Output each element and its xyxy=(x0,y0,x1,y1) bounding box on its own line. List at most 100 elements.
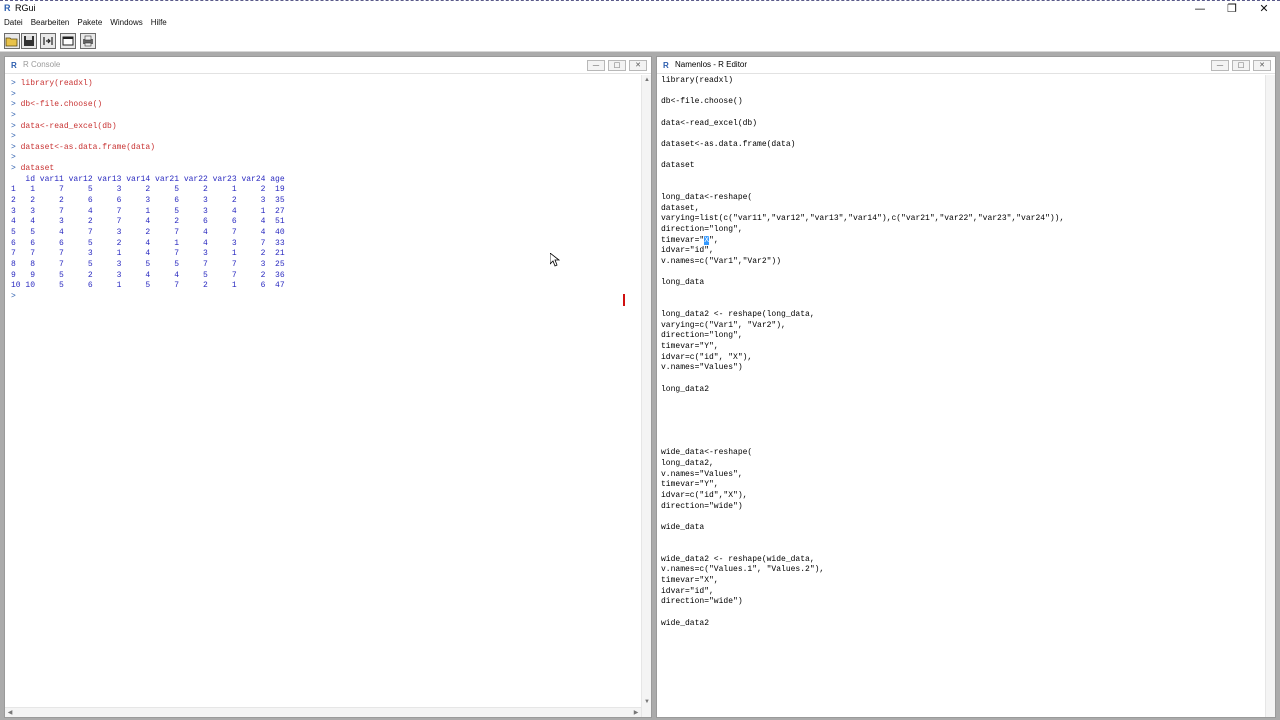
console-line: > xyxy=(11,153,631,164)
console-output-text: 6 6 6 5 2 4 1 4 3 7 33 xyxy=(11,238,285,248)
console-output[interactable]: > library(readxl) > > db<-file.choose() > > … xyxy=(11,79,631,302)
r-editor-window[interactable]: R Namenlos - R Editor — □ ✕ library(read… xyxy=(656,56,1276,718)
print-icon xyxy=(83,35,93,47)
console-minimize-button[interactable]: — xyxy=(587,60,605,71)
console-horizontal-scrollbar[interactable]: ◀ ▶ xyxy=(5,707,641,717)
console-command-text: db<-file.choose() xyxy=(15,100,103,110)
menu-windows[interactable]: Windows xyxy=(106,16,146,30)
console-output-text: id var11 var12 var13 var14 var21 var22 v… xyxy=(11,174,285,184)
editor-line-text: dataset xyxy=(661,161,695,171)
editor-line: idvar=c("id", "X"), xyxy=(661,353,1261,364)
editor-line-text: v.names=c("Values.1", "Values.2"), xyxy=(661,565,825,575)
menu-hilfe[interactable]: Hilfe xyxy=(147,16,171,30)
console-line: 1 1 7 5 3 2 5 2 1 2 19 xyxy=(11,185,631,196)
editor-line-text: wide_data2 <- reshape(wide_data, xyxy=(661,554,815,564)
editor-line: v.names="Values", xyxy=(661,470,1261,481)
scroll-left-icon[interactable]: ◀ xyxy=(5,708,15,718)
console-prompt: > xyxy=(11,132,16,142)
editor-line-text: varying=c("Var1", "Var2"), xyxy=(661,320,786,330)
editor-title: Namenlos - R Editor xyxy=(675,60,748,69)
editor-line: long_data2 <- reshape(long_data, xyxy=(661,310,1261,321)
console-vertical-scrollbar[interactable]: ▲ ▼ xyxy=(641,75,651,717)
editor-title-bar: R Namenlos - R Editor — □ ✕ xyxy=(657,57,1275,74)
console-close-button[interactable]: ✕ xyxy=(629,60,647,71)
editor-line-text: timevar="X", xyxy=(661,576,719,586)
menu-pakete[interactable]: Pakete xyxy=(73,16,106,30)
console-title-bar: R R Console — □ ✕ xyxy=(5,57,651,74)
minimize-button[interactable]: — xyxy=(1184,1,1216,17)
console-maximize-button[interactable]: □ xyxy=(608,60,626,71)
save-workspace-button[interactable] xyxy=(21,33,37,49)
save-workspace-icon xyxy=(24,36,34,46)
editor-line-text: idvar="id", xyxy=(661,246,714,256)
editor-line: timevar="Y", xyxy=(661,480,1261,491)
editor-line: wide_data2 xyxy=(661,619,1261,630)
editor-line-text: ", xyxy=(709,235,719,245)
mdi-workspace: R R Console — □ ✕ > library(readxl) > > db… xyxy=(0,52,1280,720)
close-button[interactable]: ✕ xyxy=(1248,1,1280,17)
menu-bar: Datei Bearbeiten Pakete Windows Hilfe xyxy=(0,16,1280,30)
menu-bearbeiten[interactable]: Bearbeiten xyxy=(27,16,74,30)
editor-line: direction="long", xyxy=(661,225,1261,236)
load-workspace-icon xyxy=(43,37,53,45)
console-output-text: 10 10 5 6 1 5 7 2 1 6 47 xyxy=(11,281,285,291)
open-script-icon xyxy=(5,37,18,47)
editor-line: dataset, xyxy=(661,204,1261,215)
editor-line-text: idvar=c("id", "X"), xyxy=(661,352,753,362)
console-line: > data<-read_excel(db) xyxy=(11,122,631,133)
editor-line-text: wide_data xyxy=(661,522,705,532)
editor-line: dataset xyxy=(661,161,1261,172)
editor-vertical-scrollbar[interactable] xyxy=(1265,75,1275,717)
toolbar xyxy=(0,30,1280,52)
editor-line: v.names="Values") xyxy=(661,363,1261,374)
editor-close-button[interactable]: ✕ xyxy=(1253,60,1271,71)
menu-datei[interactable]: Datei xyxy=(0,16,27,30)
editor-line-text: v.names="Values") xyxy=(661,363,743,373)
editor-line-text: long_data2, xyxy=(661,459,714,469)
restore-button[interactable]: ❐ xyxy=(1216,1,1248,17)
console-line: 2 2 2 6 6 3 6 3 2 3 35 xyxy=(11,196,631,207)
console-prompt: > xyxy=(11,110,16,120)
scroll-down-icon[interactable]: ▼ xyxy=(642,697,652,707)
title-bar: R RGui — ❐ ✕ xyxy=(0,0,1280,16)
editor-minimize-button[interactable]: — xyxy=(1211,60,1229,71)
copy-paste-button[interactable] xyxy=(60,33,76,49)
editor-line: idvar="id", xyxy=(661,246,1261,257)
editor-line-text: wide_data<-reshape( xyxy=(661,448,753,458)
console-output-text: 2 2 2 6 6 3 6 3 2 3 35 xyxy=(11,196,285,206)
editor-line-text: timevar="Y", xyxy=(661,480,719,490)
console-line: > library(readxl) xyxy=(11,79,631,90)
editor-line-text: dataset<-as.data.frame(data) xyxy=(661,139,796,149)
print-button[interactable] xyxy=(80,33,96,49)
editor-line: idvar=c("id","X"), xyxy=(661,491,1261,502)
console-output-text: 7 7 7 3 1 4 7 3 1 2 21 xyxy=(11,249,285,259)
editor-text-area[interactable]: library(readxl) db<-file.choose() data<-re… xyxy=(661,76,1261,629)
scroll-right-icon[interactable]: ▶ xyxy=(631,708,641,718)
editor-line: dataset<-as.data.frame(data) xyxy=(661,140,1261,151)
load-workspace-button[interactable] xyxy=(40,33,56,49)
editor-line: direction="long", xyxy=(661,331,1261,342)
scroll-up-icon[interactable]: ▲ xyxy=(642,75,652,85)
editor-line-text: direction="long", xyxy=(661,224,743,234)
open-script-button[interactable] xyxy=(4,33,20,49)
console-line: > xyxy=(11,111,631,122)
console-line: > xyxy=(11,90,631,101)
r-console-window[interactable]: R R Console — □ ✕ > library(readxl) > > db… xyxy=(4,56,652,718)
editor-line-text: varying=list(c("var11","var12","var13","… xyxy=(661,214,1065,224)
editor-maximize-button[interactable]: □ xyxy=(1232,60,1250,71)
editor-line: varying=c("Var1", "Var2"), xyxy=(661,321,1261,332)
console-line: 7 7 7 3 1 4 7 3 1 2 21 xyxy=(11,249,631,260)
editor-line: idvar="id", xyxy=(661,587,1261,598)
editor-line: v.names=c("Values.1", "Values.2"), xyxy=(661,565,1261,576)
